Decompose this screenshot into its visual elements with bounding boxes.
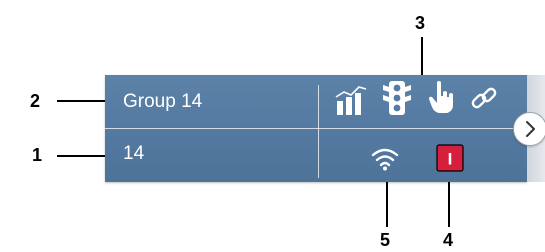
chevron-right-icon: [526, 121, 535, 137]
callout-2: 2: [30, 91, 41, 111]
callout-5: 5: [380, 230, 391, 250]
traffic-light-icon[interactable]: [381, 79, 413, 117]
group-name: Group 14: [123, 91, 203, 112]
next-button[interactable]: [513, 112, 545, 146]
group-id: 14: [123, 143, 145, 164]
hand-pointer-icon[interactable]: [425, 79, 457, 117]
wifi-icon: [371, 148, 399, 171]
callout-5-line: [386, 181, 388, 227]
callout-4: 4: [443, 230, 454, 250]
tile-vertical-divider: [318, 85, 319, 178]
alert-badge-icon: I: [436, 144, 464, 172]
alert-badge-text: I: [448, 150, 453, 169]
callout-3: 3: [415, 13, 426, 33]
callout-1: 1: [32, 145, 43, 165]
group-tile[interactable]: Group 14 14 I: [105, 75, 527, 182]
link-icon[interactable]: [469, 83, 499, 113]
tile-horizontal-divider: [105, 128, 527, 129]
chart-icon[interactable]: [333, 81, 369, 117]
